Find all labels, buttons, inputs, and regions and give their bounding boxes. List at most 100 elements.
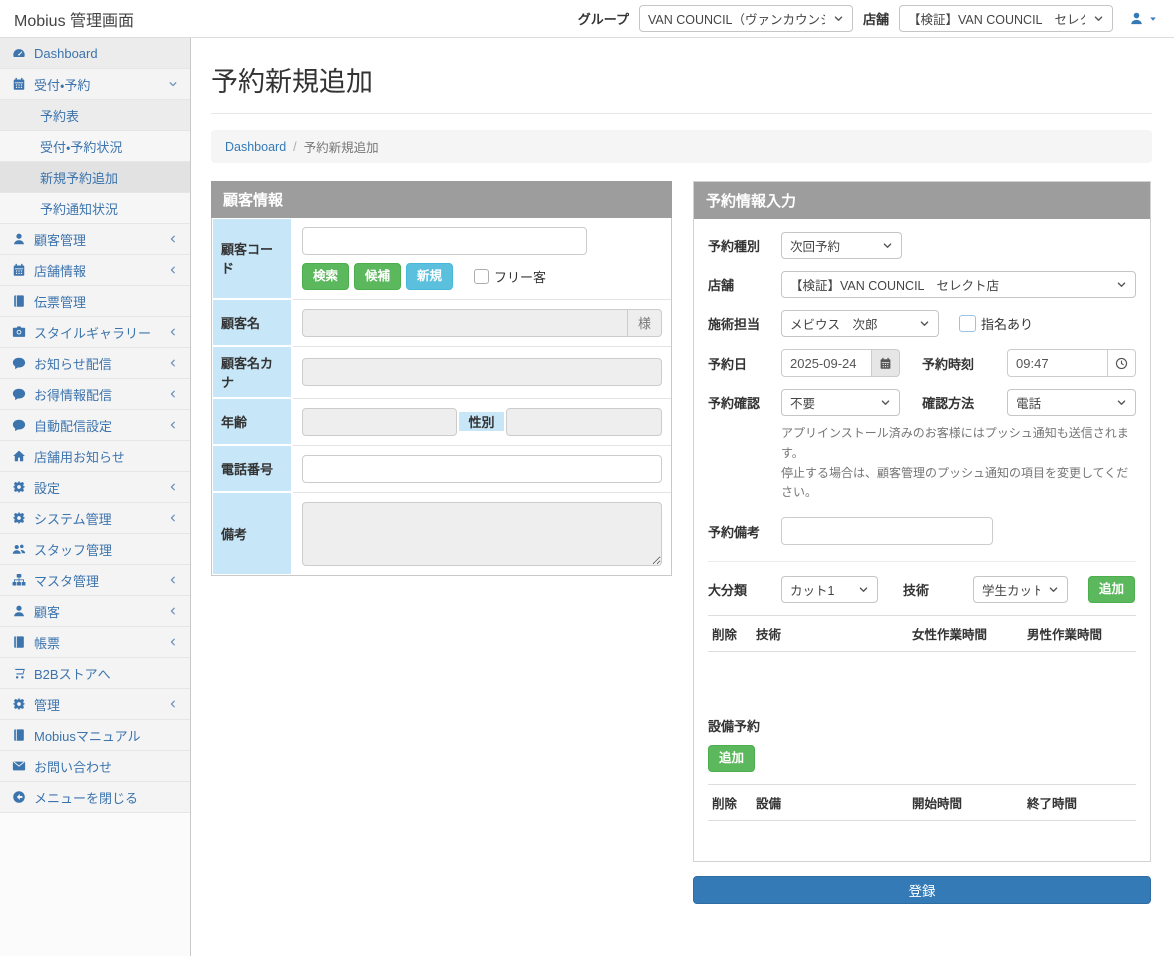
candidate-button[interactable]: 候補 <box>354 263 401 290</box>
new-customer-button[interactable]: 新規 <box>406 263 453 290</box>
chevron-down-icon <box>833 13 844 24</box>
confirm-select[interactable]: 不要 <box>781 389 900 416</box>
equipment-table-body <box>708 821 1136 847</box>
age-input <box>302 408 457 436</box>
sidebar-item-auto-delivery-settings[interactable]: 自動配信設定 <box>0 410 190 441</box>
book-icon <box>12 635 34 649</box>
envelope-icon <box>12 759 34 773</box>
customer-info-panel: 顧客情報 顧客コード 検索 候補 新規 フリー <box>211 181 672 576</box>
gear-icon <box>12 697 34 711</box>
search-button[interactable]: 検索 <box>302 263 349 290</box>
free-customer-label: フリー客 <box>494 267 546 286</box>
user-menu[interactable] <box>1129 11 1158 26</box>
sidebar-item-new-reservation[interactable]: 新規予約追加 <box>0 162 190 193</box>
sidebar-item-settings[interactable]: 設定 <box>0 472 190 503</box>
sidebar-item-store-notice[interactable]: 店舗用お知らせ <box>0 441 190 472</box>
customer-panel-title: 顧客情報 <box>211 181 672 218</box>
reservation-info-panel: 予約情報入力 予約種別 次回予約 店舗 【検証】VAN <box>693 181 1151 862</box>
reservation-time-input[interactable] <box>1007 349 1108 377</box>
sitemap-icon <box>12 573 34 587</box>
sidebar-item-close-menu[interactable]: メニューを閉じる <box>0 782 190 813</box>
sidebar-item-notification-status[interactable]: 予約通知状況 <box>0 193 190 224</box>
main-content: 予約新規追加 Dashboard / 予約新規追加 顧客情報 顧客コード 検索 <box>191 38 1174 956</box>
breadcrumb-separator: / <box>293 140 296 154</box>
sidebar-item-reservation-table[interactable]: 予約表 <box>0 100 190 131</box>
sidebar-item-reception-status[interactable]: 受付・予約状況 <box>0 131 190 162</box>
sidebar-item-deals-delivery[interactable]: お得情報配信 <box>0 379 190 410</box>
customer-name-label: 顧客名 <box>213 300 291 345</box>
sidebar-item-dashboard[interactable]: Dashboard <box>0 38 190 69</box>
customer-code-input[interactable] <box>302 227 587 255</box>
comment-icon <box>12 387 34 401</box>
nominated-label: 指名あり <box>981 314 1033 333</box>
chevron-left-icon <box>168 637 178 647</box>
reservation-memo-label: 予約備考 <box>708 522 781 541</box>
reservation-date-input[interactable] <box>781 349 872 377</box>
group-select[interactable]: VAN COUNCIL（ヴァンカウンシル） <box>639 5 853 32</box>
sidebar-item-customers[interactable]: 顧客 <box>0 596 190 627</box>
chevron-down-icon <box>1116 279 1127 290</box>
breadcrumb: Dashboard / 予約新規追加 <box>211 130 1152 163</box>
book-icon <box>12 294 34 308</box>
sidebar-item-contact[interactable]: お問い合わせ <box>0 751 190 782</box>
sidebar-item-reception-reservation[interactable]: 受付・予約 <box>0 69 190 100</box>
add-equipment-button[interactable]: 追加 <box>708 745 755 772</box>
sidebar-item-slip-management[interactable]: 伝票管理 <box>0 286 190 317</box>
phone-input[interactable] <box>302 455 662 483</box>
gender-input <box>506 408 662 436</box>
chevron-left-icon <box>168 606 178 616</box>
tech-select[interactable]: 学生カット <box>973 576 1068 603</box>
reservation-type-select[interactable]: 次回予約 <box>781 232 902 259</box>
sidebar-item-b2b-store[interactable]: B2Bストアへ <box>0 658 190 689</box>
customer-name-row: 顧客名 様 <box>212 299 671 346</box>
comment-icon <box>12 356 34 370</box>
note-label: 備考 <box>213 493 291 574</box>
confirm-method-select[interactable]: 電話 <box>1007 389 1136 416</box>
chevron-left-icon <box>168 327 178 337</box>
sidebar-item-customer-management[interactable]: 顧客管理 <box>0 224 190 255</box>
sidebar-item-mobius-manual[interactable]: Mobiusマニュアル <box>0 720 190 751</box>
customer-code-label: 顧客コード <box>213 219 291 298</box>
section-divider <box>708 561 1136 562</box>
equipment-table-header: 削除 設備 開始時間 終了時間 <box>708 784 1136 821</box>
category-select[interactable]: カット1 <box>781 576 878 603</box>
sidebar-item-management[interactable]: 管理 <box>0 689 190 720</box>
register-button[interactable]: 登録 <box>693 876 1151 904</box>
nominated-checkbox[interactable] <box>959 315 976 332</box>
sidebar-item-system-management[interactable]: システム管理 <box>0 503 190 534</box>
users-icon <box>12 542 34 556</box>
sidebar-item-master-management[interactable]: マスタ管理 <box>0 565 190 596</box>
user-icon <box>1129 11 1144 26</box>
reservation-date-label: 予約日 <box>708 354 781 373</box>
breadcrumb-dashboard-link[interactable]: Dashboard <box>225 140 286 154</box>
customer-name-input <box>302 309 628 337</box>
reservation-store-select[interactable]: 【検証】VAN COUNCIL セレクト店 <box>781 271 1136 298</box>
free-customer-checkbox[interactable] <box>474 269 489 284</box>
reservation-memo-input[interactable] <box>781 517 993 545</box>
chevron-down-icon <box>168 79 178 89</box>
staff-select[interactable]: メビウス 次郎 <box>781 310 939 337</box>
tech-table-header: 削除 技術 女性作業時間 男性作業時間 <box>708 615 1136 652</box>
chevron-left-icon <box>168 575 178 585</box>
gender-label: 性別 <box>459 412 504 431</box>
customer-code-row: 顧客コード 検索 候補 新規 フリー客 <box>212 218 671 299</box>
sidebar-item-store-info[interactable]: 店舗情報 <box>0 255 190 286</box>
caret-down-icon <box>1148 14 1158 24</box>
sidebar-item-reports[interactable]: 帳票 <box>0 627 190 658</box>
chevron-left-icon <box>168 699 178 709</box>
store-label: 店舗 <box>863 9 889 28</box>
calendar-icon[interactable] <box>872 349 900 377</box>
sidebar-item-notice-delivery[interactable]: お知らせ配信 <box>0 348 190 379</box>
add-tech-button[interactable]: 追加 <box>1088 576 1135 603</box>
clock-icon[interactable] <box>1108 349 1136 377</box>
chevron-down-icon <box>858 584 869 595</box>
store-select[interactable]: 【検証】VAN COUNCIL セレクト店 <box>899 5 1113 32</box>
gear-icon <box>12 480 34 494</box>
sidebar-item-style-gallery[interactable]: スタイルギャラリー <box>0 317 190 348</box>
phone-label: 電話番号 <box>213 446 291 491</box>
top-bar: Mobius 管理画面 グループ VAN COUNCIL（ヴァンカウンシル） 店… <box>0 0 1174 38</box>
breadcrumb-current: 予約新規追加 <box>304 137 379 156</box>
sidebar-item-staff-management[interactable]: スタッフ管理 <box>0 534 190 565</box>
push-notification-note: アプリインストール済みのお客様にはプッシュ通知も送信されます。 停止する場合は、… <box>781 424 1136 503</box>
age-gender-row: 年齢 性別 <box>212 398 671 445</box>
